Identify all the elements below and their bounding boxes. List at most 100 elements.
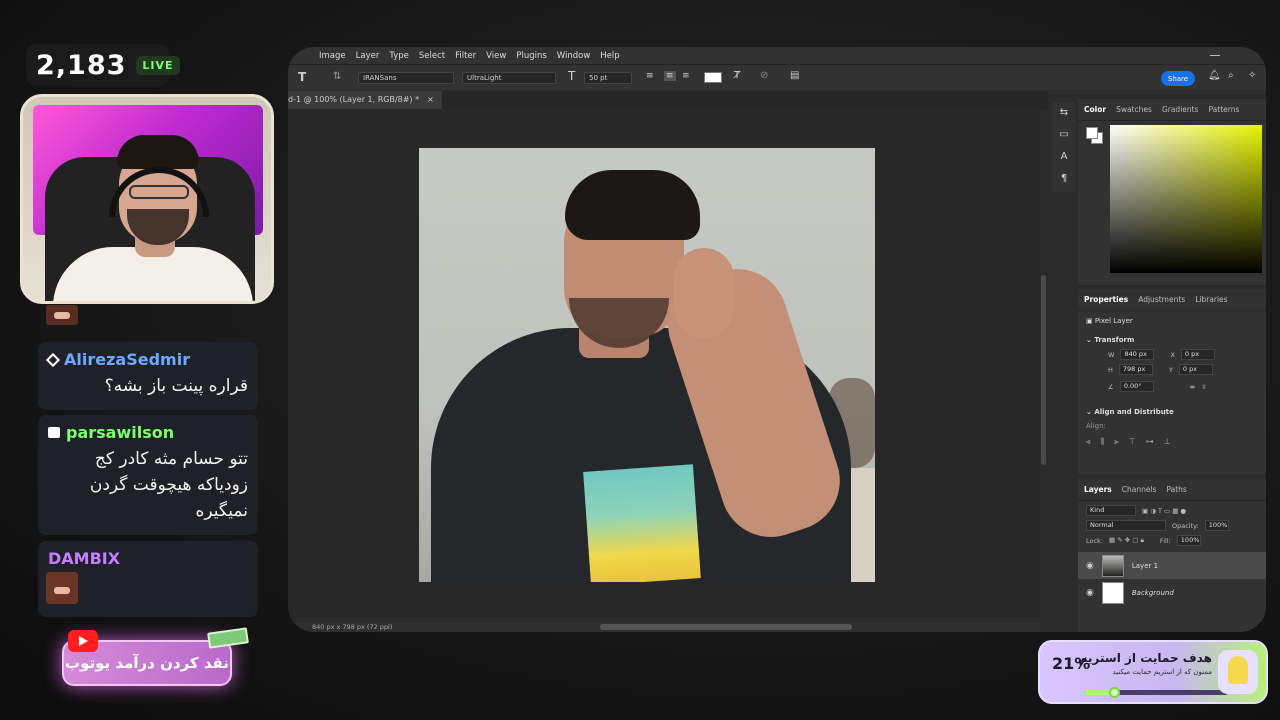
subject-hair xyxy=(565,170,700,240)
align-top-edges-icon[interactable]: ⊤ xyxy=(1129,437,1136,447)
tab-paths[interactable]: Paths xyxy=(1166,485,1186,494)
angle-field[interactable]: 0.00° xyxy=(1119,381,1154,392)
horizontal-scroll-thumb[interactable] xyxy=(600,624,852,630)
text-color-swatch[interactable] xyxy=(704,72,722,83)
search-icon[interactable]: ⌕ xyxy=(1228,70,1234,81)
layer-name: Background xyxy=(1131,588,1174,597)
font-family-select[interactable]: IRANSans xyxy=(358,72,454,84)
orientation-icon[interactable]: ⇅ xyxy=(333,71,341,82)
document-tab[interactable]: d-1 @ 100% (Layer 1, RGB/8#) * × xyxy=(288,91,442,109)
chat-username-text: DAMBIX xyxy=(48,549,121,568)
menu-plugins[interactable]: Plugins xyxy=(511,51,551,61)
tab-layers[interactable]: Layers xyxy=(1084,485,1112,494)
tab-swatches[interactable]: Swatches xyxy=(1116,105,1152,114)
menu-view[interactable]: View xyxy=(481,51,511,61)
menu-help[interactable]: Help xyxy=(595,51,624,61)
width-field[interactable]: 840 px xyxy=(1120,349,1155,360)
font-size-select[interactable]: 50 pt xyxy=(584,72,632,84)
lock-icons[interactable]: ▦ ✎ ✥ ▢ 🔒︎ xyxy=(1109,536,1144,545)
opacity-label: Opacity: xyxy=(1172,521,1199,530)
streamer-hair xyxy=(117,135,199,169)
type-tool-icon[interactable]: T xyxy=(298,70,306,84)
menu-type[interactable]: Type xyxy=(384,51,414,61)
align-section[interactable]: ⌄ Align and Distribute xyxy=(1078,394,1266,419)
transform-row-2: H 798 px Y 0 px xyxy=(1078,362,1266,377)
chat-message: AlirezaSedmir قراره پینت باز بشه؟ xyxy=(38,342,258,410)
tab-color[interactable]: Color xyxy=(1084,105,1106,114)
vertical-scroll-thumb[interactable] xyxy=(1041,275,1046,465)
align-center-icon[interactable]: ≡ xyxy=(664,71,676,81)
pixel-layer-label: ▣ Pixel Layer xyxy=(1078,311,1266,328)
align-right-icon[interactable]: ≡ xyxy=(682,71,690,81)
photoshop-window: Image Layer Type Select Filter View Plug… xyxy=(288,47,1266,632)
tab-channels[interactable]: Channels xyxy=(1122,485,1157,494)
tab-properties[interactable]: Properties xyxy=(1084,295,1128,304)
color-panel-tabs: Color Swatches Gradients Patterns xyxy=(1078,99,1266,121)
panels-icon[interactable]: ▤ xyxy=(790,70,799,81)
chat-text: تتو حسام مثه کادر کج زودیاکه هیچوقت گردن… xyxy=(89,449,248,521)
color-picker-field[interactable] xyxy=(1110,125,1262,273)
paragraph-icon[interactable]: ¶ xyxy=(1052,168,1076,190)
menu-select[interactable]: Select xyxy=(414,51,450,61)
close-icon[interactable]: × xyxy=(427,95,434,109)
blend-mode-select[interactable]: Normal xyxy=(1086,520,1166,531)
blend-row: Normal Opacity: 100% xyxy=(1078,518,1266,533)
character-icon[interactable]: A xyxy=(1052,146,1076,168)
document-tabs: d-1 @ 100% (Layer 1, RGB/8#) * × xyxy=(288,91,1048,109)
align-h-center-icon[interactable]: ⫼ xyxy=(1101,437,1105,447)
chat-username-text: AlirezaSedmir xyxy=(64,350,191,369)
eye-icon[interactable]: ◉ xyxy=(1086,588,1094,598)
filter-icons[interactable]: ▣ ◑ T ▭ ▦ ● xyxy=(1142,507,1186,515)
history-icon[interactable]: ⇆ xyxy=(1052,102,1076,124)
menu-image[interactable]: Image xyxy=(314,51,351,61)
opacity-field[interactable]: 100% xyxy=(1204,520,1229,531)
layers-panel: Layers Channels Paths Kind ▣ ◑ T ▭ ▦ ● N… xyxy=(1078,479,1266,632)
h-label: H xyxy=(1108,365,1113,374)
warp-text-icon[interactable]: Ⱦ xyxy=(734,70,740,81)
align-left-edges-icon[interactable]: ⫷ xyxy=(1086,437,1091,447)
discover-icon[interactable]: ✧ xyxy=(1248,70,1256,81)
menu-window[interactable]: Window xyxy=(552,51,596,61)
x-label: X xyxy=(1170,350,1175,359)
align-bottom-edges-icon[interactable]: ⊥ xyxy=(1164,437,1171,447)
viewer-count-box: 2,183 LIVE xyxy=(26,44,180,86)
layer-row[interactable]: ◉ Layer 1 xyxy=(1078,552,1266,579)
align-left-icon[interactable]: ≡ xyxy=(646,71,654,81)
diamond-badge-icon xyxy=(45,352,61,367)
tab-libraries[interactable]: Libraries xyxy=(1195,295,1227,304)
height-field[interactable]: 798 px xyxy=(1118,364,1153,375)
subject-hand xyxy=(674,248,734,338)
canvas-image[interactable] xyxy=(419,148,875,582)
layer-row[interactable]: ◉ Background xyxy=(1078,579,1266,606)
viewer-count: 2,183 xyxy=(36,49,127,81)
transform-section[interactable]: ⌄ Transform xyxy=(1078,328,1266,347)
x-field[interactable]: 0 px xyxy=(1180,349,1215,360)
youtube-promo-label: نقد کردن درآمد یوتوب xyxy=(65,654,229,672)
minimize-icon[interactable] xyxy=(1210,55,1220,56)
align-right-edges-icon[interactable]: ⫸ xyxy=(1114,437,1119,447)
flip-horizontal-icon[interactable]: ⇹ xyxy=(1190,383,1195,391)
foreground-color-swatch[interactable] xyxy=(1086,127,1098,139)
comment-icon[interactable]: ▭ xyxy=(1052,124,1076,146)
tab-gradients[interactable]: Gradients xyxy=(1162,105,1199,114)
cancel-icon[interactable]: ⊘ xyxy=(760,70,768,81)
layer-filter-select[interactable]: Kind xyxy=(1086,505,1136,516)
flip-vertical-icon[interactable]: ⇳ xyxy=(1201,383,1206,391)
menu-filter[interactable]: Filter xyxy=(450,51,481,61)
tab-patterns[interactable]: Patterns xyxy=(1209,105,1240,114)
menu-layer[interactable]: Layer xyxy=(351,51,385,61)
align-sub-label: Align: xyxy=(1086,422,1106,430)
tab-adjustments[interactable]: Adjustments xyxy=(1138,295,1185,304)
share-button[interactable]: Share xyxy=(1161,71,1195,86)
fill-field[interactable]: 100% xyxy=(1176,535,1201,546)
fill-label: Fill: xyxy=(1159,536,1171,545)
font-style-select[interactable]: UltraLight xyxy=(462,72,556,84)
bell-icon[interactable]: 🔔︎ xyxy=(1208,70,1221,81)
document-tab-title: d-1 @ 100% (Layer 1, RGB/8#) * xyxy=(288,95,420,104)
eye-icon[interactable]: ◉ xyxy=(1086,561,1094,571)
canvas-area[interactable] xyxy=(288,109,1040,622)
chat-username: parsawilson xyxy=(48,423,248,442)
y-field[interactable]: 0 px xyxy=(1178,364,1213,375)
align-v-center-icon[interactable]: ⊶ xyxy=(1146,437,1154,447)
options-bar: T ⇅ IRANSans UltraLight T 50 pt ≡ ≡ ≡ Ⱦ … xyxy=(288,64,1266,90)
